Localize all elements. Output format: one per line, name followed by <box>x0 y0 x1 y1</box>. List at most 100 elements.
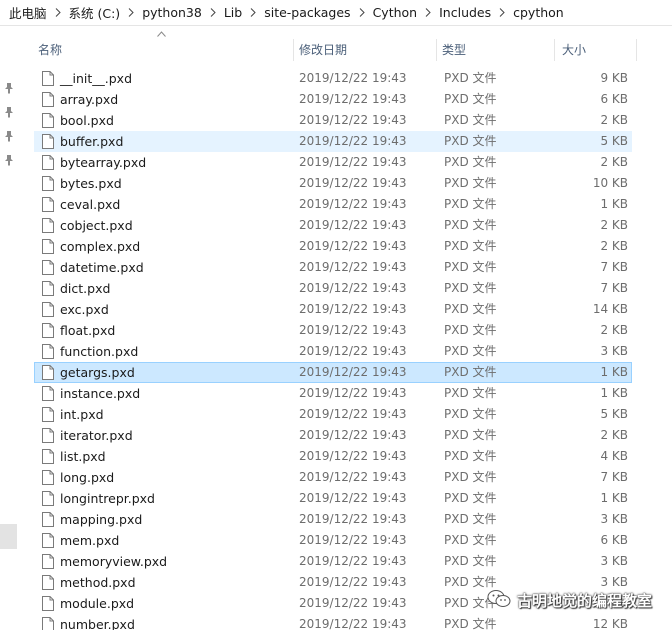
file-name: number.pxd <box>60 617 135 630</box>
file-icon <box>42 428 54 443</box>
file-icon <box>42 365 54 380</box>
file-icon <box>42 386 54 401</box>
file-date: 2019/12/22 19:43 <box>299 239 407 253</box>
file-row[interactable]: getargs.pxd 2019/12/22 19:43 PXD 文件 1 KB <box>34 362 632 383</box>
file-row[interactable]: bytes.pxd 2019/12/22 19:43 PXD 文件 10 KB <box>34 173 632 194</box>
file-name: float.pxd <box>60 323 116 338</box>
column-divider[interactable] <box>436 39 437 61</box>
column-name[interactable]: 名称 <box>34 39 294 61</box>
breadcrumb-item[interactable]: 此电脑 <box>8 3 48 22</box>
file-date: 2019/12/22 19:43 <box>299 533 407 547</box>
chevron-right-icon[interactable] <box>418 6 438 20</box>
file-row[interactable]: cobject.pxd 2019/12/22 19:43 PXD 文件 2 KB <box>34 215 632 236</box>
file-row[interactable]: exc.pxd 2019/12/22 19:43 PXD 文件 14 KB <box>34 299 632 320</box>
file-row[interactable]: long.pxd 2019/12/22 19:43 PXD 文件 7 KB <box>34 467 632 488</box>
column-divider[interactable] <box>636 39 637 61</box>
file-icon <box>42 92 54 107</box>
file-date: 2019/12/22 19:43 <box>299 260 407 274</box>
file-name: list.pxd <box>60 449 106 464</box>
file-size: 1 KB <box>600 365 628 379</box>
file-type: PXD 文件 <box>444 302 497 316</box>
file-size: 6 KB <box>600 533 628 547</box>
file-type: PXD 文件 <box>444 344 497 358</box>
file-date: 2019/12/22 19:43 <box>299 386 407 400</box>
pin-icon[interactable] <box>4 154 14 166</box>
file-row[interactable]: datetime.pxd 2019/12/22 19:43 PXD 文件 7 KB <box>34 257 632 278</box>
column-date[interactable]: 修改日期 <box>295 39 435 61</box>
file-type: PXD 文件 <box>444 281 497 295</box>
breadcrumb-item[interactable]: cpython <box>512 5 565 20</box>
file-type: PXD 文件 <box>444 218 497 232</box>
file-size: 2 KB <box>600 218 628 232</box>
file-name: datetime.pxd <box>60 260 144 275</box>
file-row[interactable]: ceval.pxd 2019/12/22 19:43 PXD 文件 1 KB <box>34 194 632 215</box>
chevron-right-icon[interactable] <box>492 6 512 20</box>
file-row[interactable]: number.pxd 2019/12/22 19:43 PXD 文件 12 KB <box>34 614 632 630</box>
file-icon <box>42 197 54 212</box>
column-divider[interactable] <box>554 39 555 61</box>
file-icon <box>42 302 54 317</box>
file-row[interactable]: dict.pxd 2019/12/22 19:43 PXD 文件 7 KB <box>34 278 632 299</box>
breadcrumb-item[interactable]: 系统 (C:) <box>68 3 122 22</box>
breadcrumb-item[interactable]: Includes <box>438 5 492 20</box>
file-icon <box>42 71 54 86</box>
file-row[interactable]: longintrepr.pxd 2019/12/22 19:43 PXD 文件 1 K… <box>34 488 632 509</box>
navigation-pane[interactable] <box>0 26 20 630</box>
breadcrumb-item[interactable]: site-packages <box>263 5 351 20</box>
file-icon <box>42 218 54 233</box>
file-row[interactable]: bool.pxd 2019/12/22 19:43 PXD 文件 2 KB <box>34 110 632 131</box>
file-type: PXD 文件 <box>444 407 497 421</box>
file-row[interactable]: mapping.pxd 2019/12/22 19:43 PXD 文件 3 KB <box>34 509 632 530</box>
breadcrumb-item[interactable]: python38 <box>141 5 203 20</box>
breadcrumb-item[interactable]: Cython <box>372 5 419 20</box>
file-name: module.pxd <box>60 596 135 611</box>
file-name: longintrepr.pxd <box>60 491 155 506</box>
chevron-right-icon[interactable] <box>48 6 68 20</box>
file-list[interactable]: __init__.pxd 2019/12/22 19:43 PXD 文件 9 KB ar… <box>20 68 672 630</box>
file-date: 2019/12/22 19:43 <box>299 596 407 610</box>
pin-icon[interactable] <box>4 106 14 118</box>
chevron-right-icon[interactable] <box>203 6 223 20</box>
file-row[interactable]: list.pxd 2019/12/22 19:43 PXD 文件 4 KB <box>34 446 632 467</box>
column-divider[interactable] <box>293 39 294 61</box>
pin-icon[interactable] <box>4 82 14 94</box>
file-size: 3 KB <box>600 344 628 358</box>
chevron-right-icon[interactable] <box>352 6 372 20</box>
file-size: 9 KB <box>600 71 628 85</box>
file-row[interactable]: bytearray.pxd 2019/12/22 19:43 PXD 文件 2 KB <box>34 152 632 173</box>
file-type: PXD 文件 <box>444 92 497 106</box>
file-row[interactable]: array.pxd 2019/12/22 19:43 PXD 文件 6 KB <box>34 89 632 110</box>
file-size: 7 KB <box>600 470 628 484</box>
chevron-right-icon[interactable] <box>121 6 141 20</box>
file-size: 14 KB <box>592 302 628 316</box>
file-row[interactable]: __init__.pxd 2019/12/22 19:43 PXD 文件 9 KB <box>34 68 632 89</box>
file-row[interactable]: iterator.pxd 2019/12/22 19:43 PXD 文件 2 KB <box>34 425 632 446</box>
file-row[interactable]: instance.pxd 2019/12/22 19:43 PXD 文件 1 KB <box>34 383 632 404</box>
file-row[interactable]: function.pxd 2019/12/22 19:43 PXD 文件 3 KB <box>34 341 632 362</box>
file-icon <box>42 407 54 422</box>
chevron-right-icon[interactable] <box>243 6 263 20</box>
pin-icon[interactable] <box>4 130 14 142</box>
file-row[interactable]: buffer.pxd 2019/12/22 19:43 PXD 文件 5 KB <box>34 131 632 152</box>
file-type: PXD 文件 <box>444 365 497 379</box>
file-row[interactable]: complex.pxd 2019/12/22 19:43 PXD 文件 2 KB <box>34 236 632 257</box>
watermark: 古明地觉的编程教室 <box>487 588 652 612</box>
file-size: 1 KB <box>600 386 628 400</box>
nav-scrollbar-thumb[interactable] <box>0 524 17 549</box>
file-name: getargs.pxd <box>60 365 135 380</box>
file-date: 2019/12/22 19:43 <box>299 71 407 85</box>
file-icon <box>42 155 54 170</box>
column-size[interactable]: 大小 <box>558 39 636 61</box>
breadcrumb-item[interactable]: Lib <box>223 5 243 20</box>
file-row[interactable]: mem.pxd 2019/12/22 19:43 PXD 文件 6 KB <box>34 530 632 551</box>
file-date: 2019/12/22 19:43 <box>299 92 407 106</box>
file-row[interactable]: memoryview.pxd 2019/12/22 19:43 PXD 文件 3 KB <box>34 551 632 572</box>
file-name: buffer.pxd <box>60 134 124 149</box>
file-size: 1 KB <box>600 491 628 505</box>
file-size: 10 KB <box>592 176 628 190</box>
file-row[interactable]: float.pxd 2019/12/22 19:43 PXD 文件 2 KB <box>34 320 632 341</box>
file-icon <box>42 449 54 464</box>
file-name: bool.pxd <box>60 113 114 128</box>
column-type[interactable]: 类型 <box>438 39 552 61</box>
file-row[interactable]: int.pxd 2019/12/22 19:43 PXD 文件 5 KB <box>34 404 632 425</box>
